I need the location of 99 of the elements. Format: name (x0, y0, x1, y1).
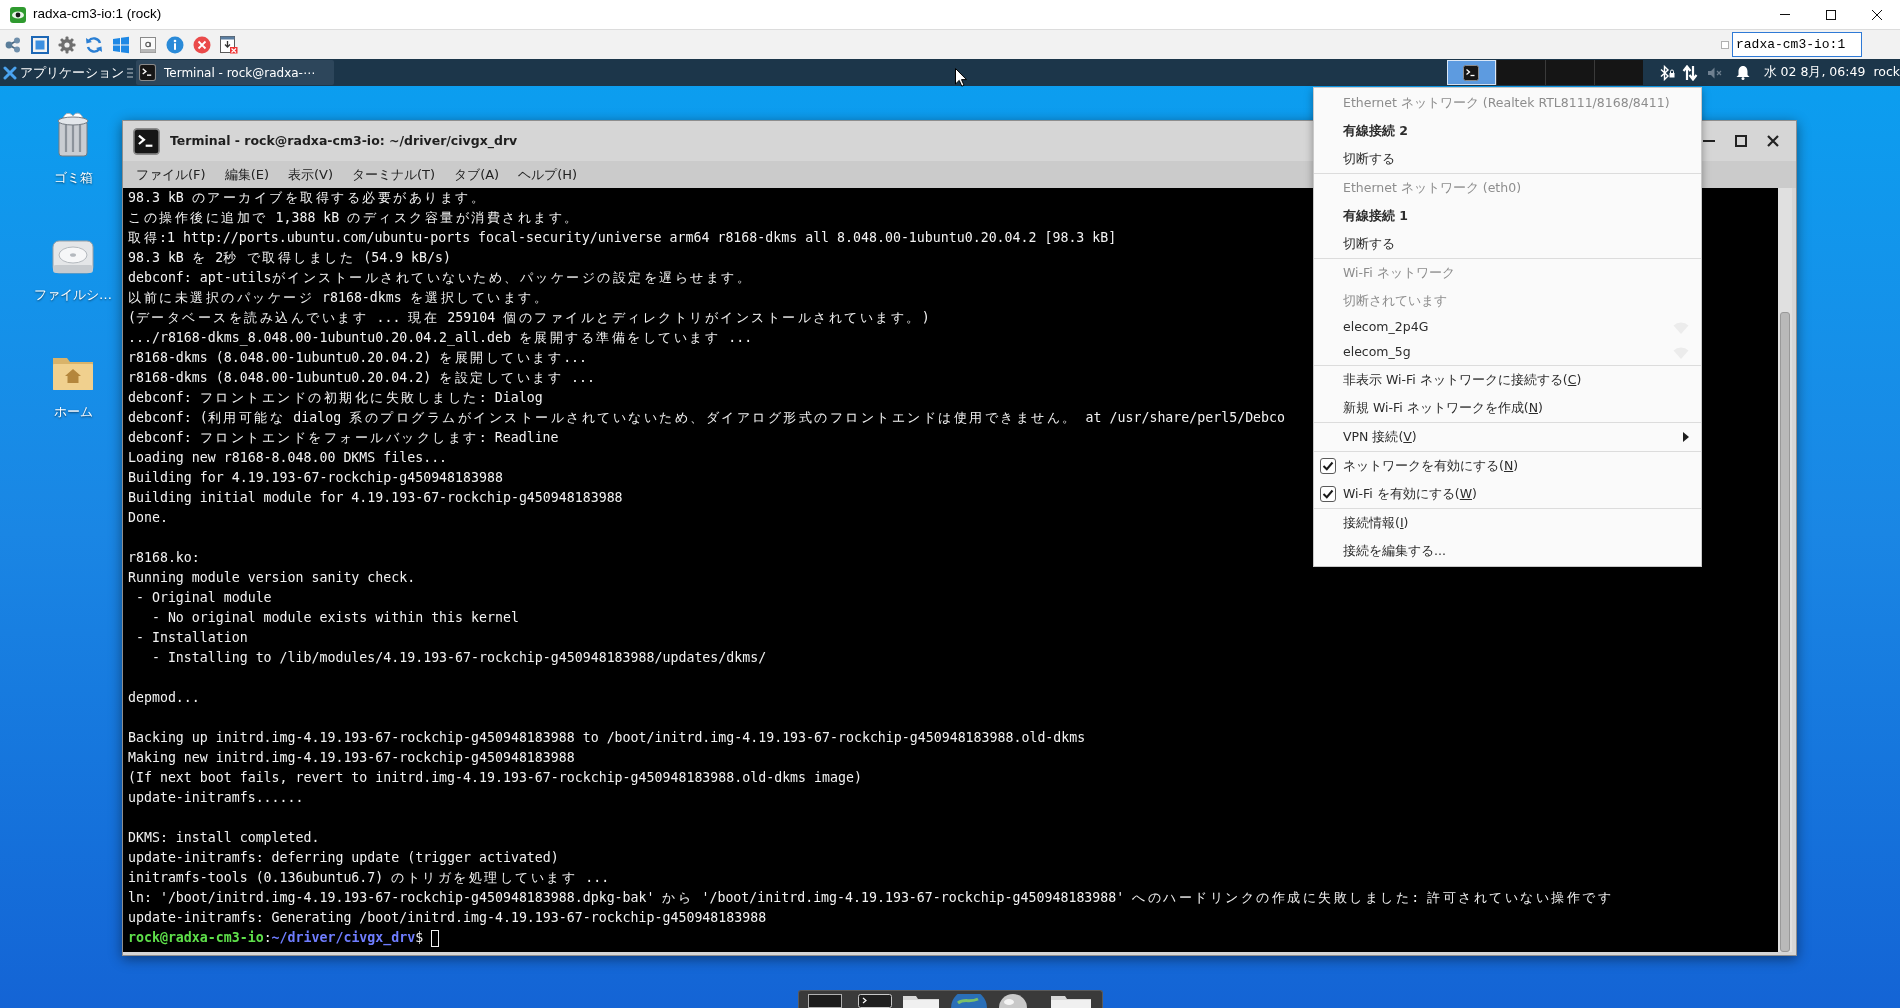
checkbox[interactable] (1320, 458, 1336, 474)
menu-bar-item[interactable]: 編集(E) (224, 164, 269, 185)
terminal-icon (133, 127, 160, 155)
menu-item[interactable]: 非表示 Wi-Fi ネットワークに接続する(C) (1343, 370, 1582, 390)
terminal-line: 取得:1 http://ports.ubuntu.com/ubuntu-ports focal-security/universe arm64 r8168-dkms all 8.048.00-1ubuntu0.20.04.2 [98.3 kB] (128, 230, 1117, 245)
terminal-line: r8168-dkms (8.048.00-1ubuntu0.20.04.2) を展開しています... (128, 350, 588, 365)
terminal-line: update-initramfs...... (128, 790, 304, 805)
clock[interactable]: 水 02 8月, 06:49 (1763, 63, 1866, 82)
terminal-line: この操作後に追加で 1,388 kB のディスク容量が消費されます。 (128, 210, 580, 225)
folder-icon[interactable] (902, 994, 940, 1008)
terminal-icon[interactable] (858, 994, 892, 1008)
close-icon[interactable] (1872, 9, 1882, 20)
terminal-line: 以前に未選択のパッケージ r8168-dkms を選択しています。 (128, 290, 550, 305)
terminal-line: Loading new r8168-8.048.00 DKMS files... (128, 450, 448, 465)
terminal-line: DKMS: install completed. (128, 830, 320, 845)
document-icon[interactable] (139, 35, 157, 54)
terminal-line: update-initramfs: deferring update (trigger activated) (128, 850, 559, 865)
menu-bar-item[interactable]: タブ(A) (454, 164, 500, 185)
text-cursor-icon (431, 929, 440, 947)
terminal-line: Building initial module for 4.19.193-67-rockchip-g450948183988 (128, 490, 623, 505)
bell-icon[interactable] (1735, 65, 1750, 80)
x-mark-icon (3, 65, 17, 80)
terminal-line: Backing up initrd.img-4.19.193-67-rockchip-g450948183988 to /boot/initrd.img-4.19.193-67-rockchip-g450948183988.old-dkms (128, 730, 1086, 745)
screen-icon[interactable] (808, 994, 842, 1008)
menu-item[interactable]: 接続を編集する... (1343, 541, 1446, 561)
submenu-arrow-icon[interactable] (1683, 432, 1689, 442)
terminal-line: update-initramfs: Generating /boot/initrd.img-4.19.193-67-rockchip-g450948183988 (128, 910, 767, 925)
menu-item[interactable]: 新規 Wi-Fi ネットワークを作成(N) (1343, 398, 1543, 418)
menu-item[interactable]: 切断する (1343, 234, 1395, 254)
close-icon[interactable] (1767, 135, 1779, 147)
volume-muted-icon[interactable] (1707, 66, 1722, 79)
user-name[interactable]: rock (1873, 63, 1900, 82)
terminal-line: - Installation (134, 630, 248, 645)
terminal-line: Making new initrd.img-4.19.193-67-rockchip-g450948183988 (128, 750, 575, 765)
close-circle-icon[interactable] (193, 35, 211, 54)
terminal-line: (データベースを読み込んでいます ... 現在 259104 個のファイルとディレクトリがインストールされています。) (128, 310, 930, 325)
terminal-line: - Original module (134, 590, 272, 605)
maximize-icon[interactable] (1735, 135, 1747, 147)
terminal-line: 98.3 kB を 2秒 で取得しました (54.9 kB/s) (128, 250, 451, 265)
terminal-line: initramfs-tools (0.136ubuntu6.7) のトリガを処理しています ... (128, 870, 610, 885)
terminal-line: (If next boot fails, revert to initrd.img-4.19.193-67-rockchip-g450948183988.old-dkms image) (128, 770, 862, 785)
terminal-line: debconf: apt-utilsがインストールされていないため、パッケージの設定を遅らせます。 (128, 270, 753, 285)
menu-item: Ethernet ネットワーク (Realtek RTL8111/8168/8411) (1343, 93, 1670, 112)
terminal-line: debconf: フロントエンドをフォールバックします: Readline (128, 430, 559, 445)
task-button[interactable]: Terminal - rock@radxa-⋯ (136, 60, 334, 85)
menu-bar-item[interactable]: ファイル(F) (136, 164, 206, 185)
menu-item[interactable]: 有線接続 1 (1343, 206, 1409, 226)
menu-item[interactable]: VPN 接続(V) (1343, 427, 1417, 447)
scrollbar-thumb[interactable] (1780, 312, 1790, 952)
bluetooth-icon[interactable] (1658, 64, 1675, 81)
terminal-line: - No original module exists within this kernel (150, 610, 519, 625)
terminal-line: debconf: フロントエンドの初期化に失敗しました: Dialog (128, 390, 543, 405)
fullscreen-icon[interactable] (31, 35, 49, 54)
menu-item[interactable]: 有線接続 2 (1343, 121, 1409, 141)
refresh-icon[interactable] (85, 35, 103, 54)
menu-item[interactable]: elecom_5g (1343, 343, 1411, 362)
mouse-pointer-icon (955, 68, 967, 87)
checkbox[interactable] (1320, 486, 1336, 502)
terminal-line: depmod... (128, 690, 200, 705)
menu-item: Ethernet ネットワーク (eth0) (1343, 178, 1521, 197)
terminal-prompt: rock@radxa-cm3-io:~/driver/civgx_drv$ (128, 929, 424, 948)
terminal-icon (139, 64, 156, 81)
maximize-icon[interactable] (1826, 9, 1836, 20)
window-title: radxa-cm3-io:1 (rock) (33, 5, 162, 24)
menu-item[interactable]: Wi-Fi を有効にする(W) (1343, 484, 1477, 504)
terminal-line: Building for 4.19.193-67-rockchip-g450948183988 (128, 470, 503, 485)
menu-item: 切断されています (1343, 291, 1447, 310)
terminal-line: 98.3 kB のアーカイブを取得する必要があります。 (128, 190, 487, 205)
tiles-icon[interactable] (112, 35, 130, 54)
terminal-line: Running module version sanity check. (128, 570, 416, 585)
menu-item[interactable]: elecom_2p4G (1343, 318, 1429, 337)
terminal-line: Done. (128, 510, 168, 525)
terminal-line: r8168-dkms (8.048.00-1ubuntu0.20.04.2) を設定しています ... (128, 370, 596, 385)
desktop-icon-label[interactable]: ホーム (53, 402, 93, 422)
menu-bar-item[interactable]: ターミナル(T) (352, 164, 436, 185)
terminal-line: ln: '/boot/initrd.img-4.19.193-67-rockchip-g450948183988.dpkg-bak' から '/boot/initrd.img-4.19.193-67-rockchip-g450948183988' へのハードリンクの作成に失敗しました: 許可されていない操作です (128, 890, 1614, 905)
host-field[interactable]: radxa-cm3-io:1 (1732, 32, 1862, 57)
menu-item[interactable]: ネットワークを有効にする(N) (1343, 456, 1519, 476)
settings-icon[interactable] (58, 35, 76, 54)
network-arrows-icon[interactable] (1681, 64, 1698, 81)
terminal-line: .../r8168-dkms_8.048.00-1ubuntu0.20.04.2_all.deb を展開する準備をしています ... (128, 330, 753, 345)
globe-icon[interactable] (950, 994, 988, 1008)
nodes-icon[interactable] (4, 35, 22, 54)
grip-icon (127, 66, 133, 79)
terminal-line: debconf: (利用可能な dialog 系のプログラムがインストールされていないため、ダイアログ形式のフロントエンドは使用できません。 at /usr/share/perl5/Debco (128, 410, 1286, 425)
applications-menu-button[interactable]: アプリケーション (0, 59, 124, 86)
menu-item[interactable]: 接続情報(I) (1343, 513, 1409, 533)
folder-icon[interactable] (1050, 994, 1092, 1008)
menu-bar-item[interactable]: 表示(V) (288, 164, 334, 185)
window-title: Terminal - rock@radxa-cm3-io: ~/driver/civgx_drv (170, 131, 518, 151)
menu-item[interactable]: 切断する (1343, 149, 1395, 169)
menu-bar-item[interactable]: ヘルプ(H) (518, 164, 578, 185)
menu-item: Wi-Fi ネットワーク (1343, 263, 1455, 282)
terminal-line: - Installing to /lib/modules/4.19.193-67-rockchip-g450948183988/updates/dkms/ (150, 650, 767, 665)
info-icon[interactable] (166, 35, 184, 54)
eye-icon (10, 6, 26, 23)
drive-icon[interactable] (51, 239, 95, 275)
terminal-line: r8168.ko: (128, 550, 200, 565)
terminal-icon (1463, 64, 1480, 81)
